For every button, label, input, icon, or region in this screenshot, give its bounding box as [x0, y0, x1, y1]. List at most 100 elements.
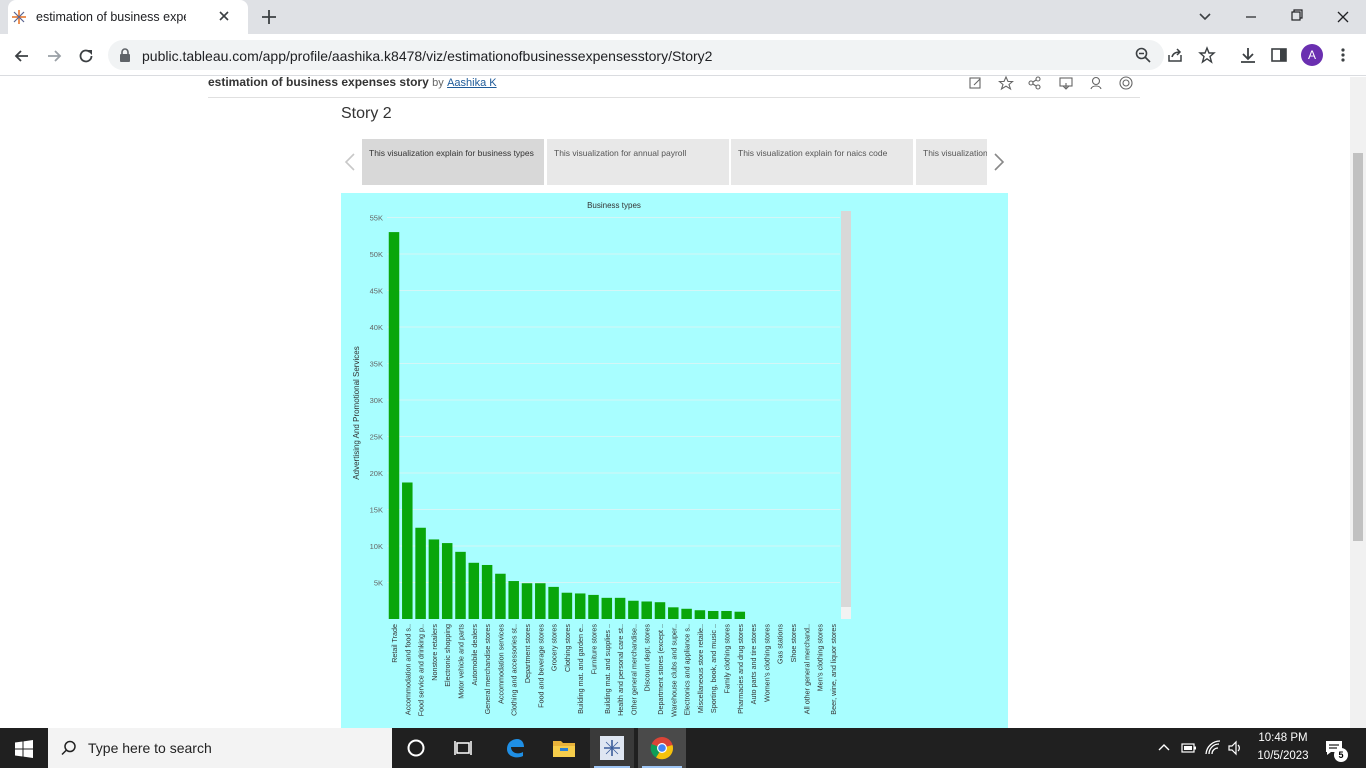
bar[interactable]	[721, 610, 732, 619]
bar[interactable]	[641, 601, 652, 619]
x-tick-label: Accommodation and food s..	[403, 624, 412, 715]
battery-icon[interactable]	[1181, 741, 1197, 755]
header-divider	[208, 97, 1140, 98]
download-icon[interactable]	[1238, 45, 1258, 65]
reload-icon[interactable]	[76, 46, 96, 66]
cortana-icon[interactable]	[405, 737, 427, 759]
edit-icon[interactable]	[969, 77, 981, 89]
viz-title: estimation of business expenses story	[208, 75, 429, 89]
y-tick-label: 35K	[370, 360, 383, 369]
bar[interactable]	[707, 610, 719, 619]
bar[interactable]	[441, 543, 453, 619]
bar[interactable]	[694, 610, 706, 619]
file-explorer-icon[interactable]	[552, 737, 576, 759]
share-page-icon[interactable]	[1166, 46, 1184, 64]
download-viz-icon[interactable]	[1059, 77, 1073, 90]
more-menu-icon[interactable]	[1334, 46, 1352, 64]
x-tick-label: Department stores	[523, 624, 532, 684]
x-tick-label: Department stores (except ..	[656, 624, 665, 715]
bar[interactable]	[588, 594, 599, 619]
profile-avatar[interactable]: A	[1301, 44, 1323, 66]
x-tick-label: Nonstore retailers	[430, 624, 439, 681]
bar[interactable]	[614, 597, 626, 619]
x-tick-label: Family clothing stores	[723, 624, 732, 694]
x-tick-label: Health and personal care st..	[616, 624, 625, 716]
x-tick-label: Automobile dealers	[470, 624, 479, 686]
settings-icon[interactable]	[1119, 76, 1133, 90]
bar[interactable]	[521, 583, 533, 619]
page-scrollbar[interactable]	[1350, 77, 1366, 728]
metadata-icon[interactable]	[1090, 76, 1102, 90]
x-tick-label: Furniture stores	[590, 624, 599, 675]
y-tick-label: 15K	[370, 506, 383, 515]
bar[interactable]	[601, 597, 613, 619]
bar[interactable]	[535, 583, 546, 619]
x-tick-label: Building mat. and garden e..	[576, 624, 585, 714]
y-tick-label: 30K	[370, 396, 383, 405]
search-placeholder: Type here to search	[88, 740, 212, 756]
bar[interactable]	[415, 527, 426, 619]
x-tick-label: Gas stations	[776, 624, 785, 664]
close-window-icon[interactable]	[1320, 0, 1366, 34]
wifi-icon[interactable]	[1205, 740, 1221, 756]
bar[interactable]	[628, 600, 639, 619]
minimize-icon[interactable]	[1228, 0, 1274, 34]
x-tick-label: Shoe stores	[789, 624, 798, 663]
forward-icon[interactable]	[44, 46, 64, 66]
viz-area: Business types Advertising And Promotion…	[341, 193, 1008, 733]
close-tab-icon[interactable]	[216, 8, 232, 24]
page-scrollbar-thumb[interactable]	[1353, 153, 1363, 541]
tab-search-chevron-icon[interactable]	[1196, 8, 1214, 26]
x-tick-label: Motor vehicle and parts	[457, 624, 466, 699]
x-tick-label: General merchandise stores	[483, 624, 492, 715]
bar[interactable]	[455, 551, 466, 619]
story-point-3[interactable]: This visualization explain for naics cod…	[731, 139, 913, 185]
chart-scrollbar-track[interactable]	[841, 211, 851, 607]
y-axis-label: Advertising And Promotional Services	[352, 346, 361, 479]
author-link[interactable]: Aashika K	[447, 77, 497, 89]
bar[interactable]	[654, 602, 666, 619]
new-tab-icon[interactable]	[260, 8, 278, 26]
bar[interactable]	[734, 611, 746, 619]
by-label: by	[432, 77, 444, 89]
bookmark-star-icon[interactable]	[1198, 46, 1216, 64]
back-icon[interactable]	[12, 46, 32, 66]
story-prev-icon[interactable]	[343, 152, 357, 172]
x-tick-label: Food service and drinking p..	[417, 624, 426, 716]
volume-icon[interactable]	[1227, 740, 1243, 756]
task-view-icon[interactable]	[452, 737, 474, 759]
bar[interactable]	[668, 607, 679, 619]
viz-header: estimation of business expenses story by…	[208, 75, 497, 89]
share-icon[interactable]	[1028, 76, 1041, 90]
story-next-icon[interactable]	[992, 152, 1006, 172]
bar[interactable]	[388, 232, 400, 619]
chart-scrollbar-thumb[interactable]	[841, 607, 851, 619]
zoom-icon[interactable]	[1134, 46, 1152, 64]
bar[interactable]	[561, 592, 573, 619]
bar[interactable]	[495, 573, 506, 619]
x-tick-label: Warehouse clubs and super..	[669, 624, 678, 717]
bar[interactable]	[481, 564, 493, 619]
bar[interactable]	[574, 593, 586, 619]
story-point-2[interactable]: This visualization for annual payroll	[547, 139, 729, 185]
clock-date[interactable]: 10/5/2023	[1253, 750, 1313, 762]
lock-icon[interactable]	[118, 47, 132, 63]
restore-icon[interactable]	[1274, 0, 1320, 34]
bar[interactable]	[428, 539, 440, 619]
favorite-icon[interactable]	[998, 75, 1014, 91]
side-panel-icon[interactable]	[1270, 46, 1288, 64]
x-tick-label: Sporting, book, and music ..	[709, 624, 718, 713]
bar[interactable]	[508, 581, 519, 619]
story-point-1[interactable]: This visualization explain for business …	[362, 139, 544, 185]
story-point-4[interactable]: This visualization	[916, 139, 987, 185]
show-hidden-icons-icon[interactable]	[1157, 741, 1171, 755]
x-tick-label: Accommodation services	[496, 624, 505, 704]
clock-time[interactable]: 10:48 PM	[1255, 732, 1311, 744]
windows-start-icon[interactable]	[15, 740, 33, 758]
bar[interactable]	[468, 562, 480, 619]
bar[interactable]	[402, 482, 413, 619]
bar[interactable]	[548, 586, 559, 619]
y-tick-label: 55K	[370, 214, 383, 223]
bar[interactable]	[681, 608, 692, 619]
edge-icon[interactable]	[503, 736, 527, 760]
